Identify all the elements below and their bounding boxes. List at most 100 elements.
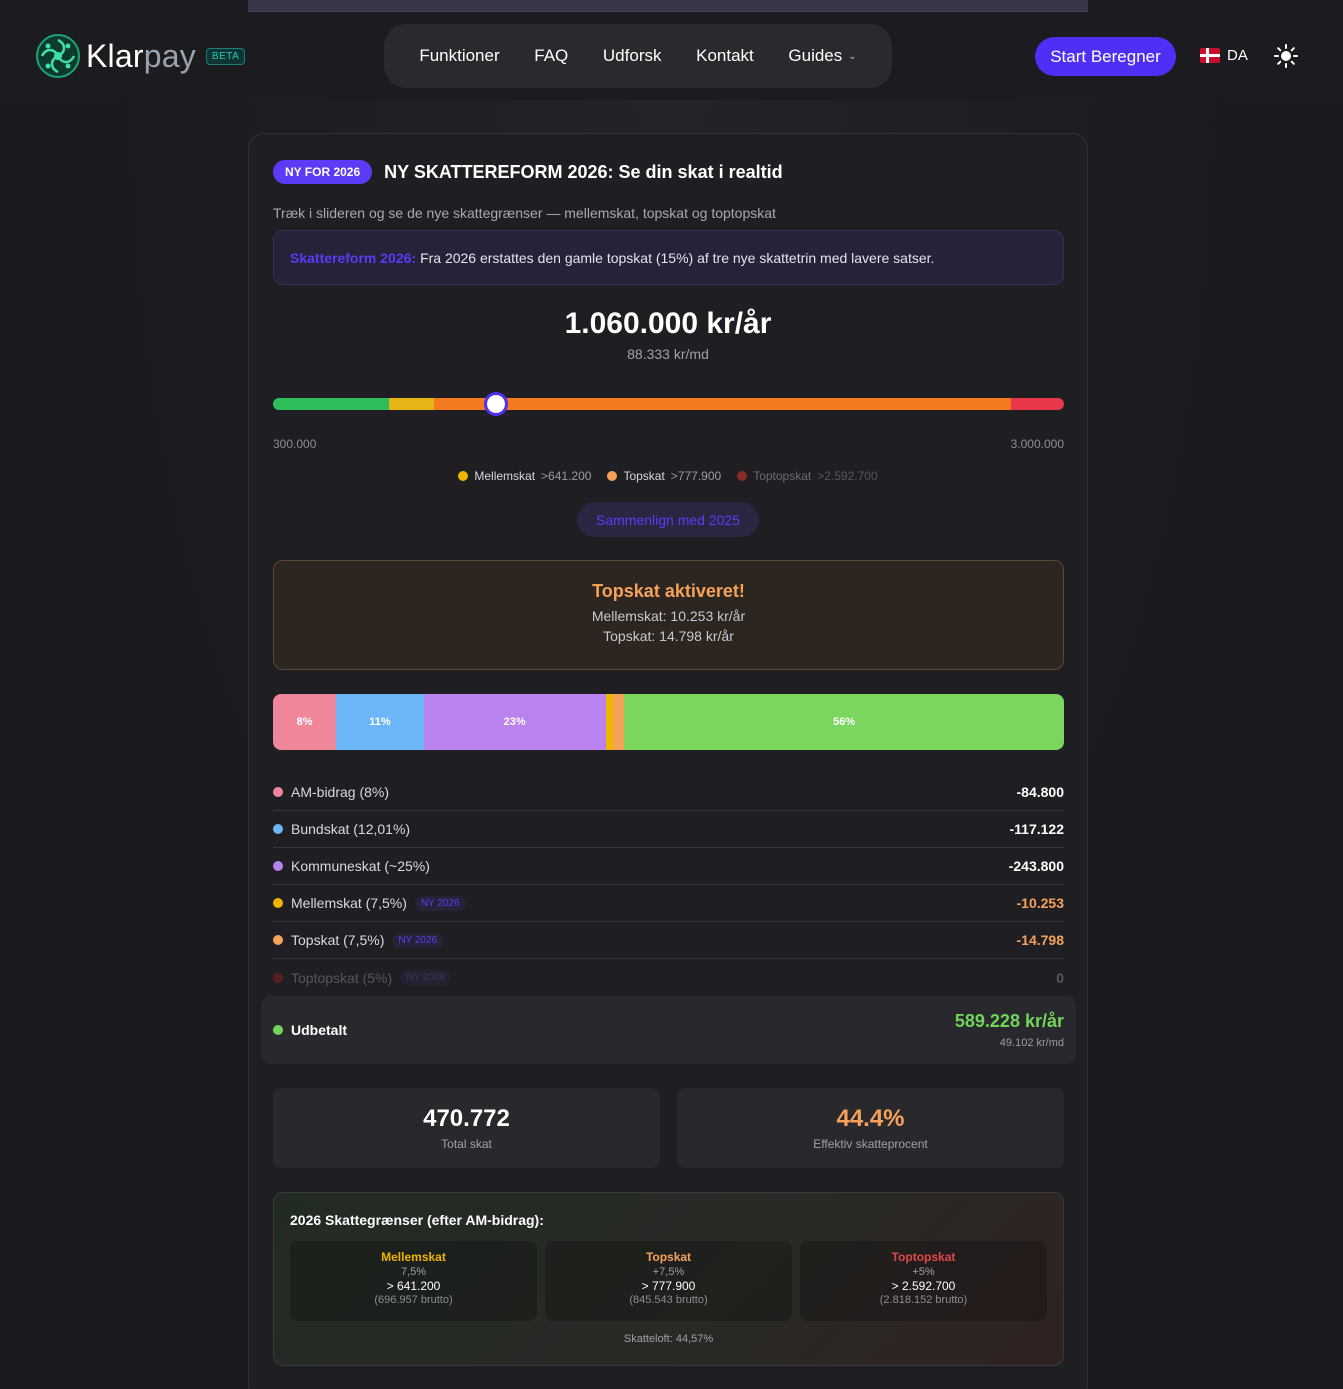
row-topskat: Topskat (7,5%) NY 2026 -14.798 [273,922,1064,959]
row-dot [273,787,283,797]
total-tax-value: 470.772 [423,1105,510,1132]
effective-rate-value: 44.4% [836,1105,905,1132]
row-value: -117.122 [1009,821,1065,837]
info-box: Skattereform 2026: Fra 2026 erstattes de… [273,230,1064,285]
limit-threshold: > 641.200 [386,1279,441,1293]
income-slider-thumb[interactable] [483,392,508,416]
limit-name: Mellemskat [381,1250,446,1264]
limit-threshold: > 777.900 [641,1279,696,1293]
income-monthly: 88.333 kr/md [627,346,709,362]
breakdown-segment: 11% [336,694,424,750]
limit-gross: (845.543 brutto) [629,1294,708,1306]
slider-zone-yellow [389,398,434,410]
limit-rate: +5% [912,1266,935,1278]
row-label: Toptopskat (5%) [291,969,393,986]
breakdown-segment: 8% [273,694,337,750]
card-subtitle: Træk i slideren og se de nye skattegræns… [273,205,776,221]
info-highlight: Skattereform 2026: [290,249,417,266]
row-dot [273,935,283,945]
row-value: -243.800 [1008,858,1064,874]
start-calculator-button[interactable]: Start Beregner [1035,37,1176,76]
legend-dot [458,471,469,481]
sun-icon[interactable] [1274,44,1298,68]
legend-dot [737,471,748,481]
row-dot [273,824,283,834]
row-mellemskat: Mellemskat (7,5%) NY 2026 -10.253 [273,885,1064,922]
limit-name: Toptopskat [891,1250,956,1264]
limit-gross: (696.957 brutto) [374,1294,453,1306]
nav-guides-label: Guides [788,46,843,65]
info-text: Fra 2026 erstattes den gamle topskat (15… [420,249,935,266]
total-tax-label: Total skat [441,1137,492,1151]
row-label: Topskat (7,5%) [291,932,385,948]
limit-name: Topskat [645,1250,692,1264]
row-value: -84.800 [1016,784,1064,800]
nav-faq[interactable]: FAQ [534,46,568,66]
tax-reform-card: NY FOR 2026 NY SKATTEREFORM 2026: Se din… [248,133,1088,1389]
payout-amount: 589.228 kr/år [954,1011,1064,1031]
limit-rate: +7,5% [652,1266,685,1278]
alert-topskat: Topskat: 14.798 kr/år [603,628,734,644]
ny-2026-tag: NY 2026 [392,932,444,948]
row-value: -10.253 [1016,895,1064,911]
alert-mellemskat: Mellemskat: 10.253 kr/år [591,608,746,624]
topskat-alert: Topskat aktiveret! Mellemskat: 10.253 kr… [273,560,1064,670]
legend-dot [607,471,618,481]
row-am-bidrag: AM-bidrag (8%) -84.800 [273,774,1064,811]
row-kommuneskat: Kommuneskat (~25%) -243.800 [273,848,1064,885]
tax-breakdown-bar: 8% 11% 23% 56% [273,694,1064,750]
payout-dot [273,1025,283,1035]
ny-2026-tag: NY 2026 [400,970,451,985]
nav-udforsk[interactable]: Udforsk [603,46,662,66]
nav-kontakt[interactable]: Kontakt [696,46,754,66]
new-badge: NY FOR 2026 [273,160,373,184]
card-header: NY FOR 2026 NY SKATTEREFORM 2026: Se din… [273,160,783,184]
logo-icon [36,34,80,78]
ny-2026-tag: NY 2026 [414,895,466,911]
row-label: AM-bidrag (8%) [291,784,390,800]
row-value: -14.798 [1016,932,1064,948]
app-name: Klarpay [86,37,196,74]
compare-2025-button[interactable]: Sammenlign med 2025 [577,502,759,537]
breakdown-segment [613,694,625,750]
limit-gross: (2.818.152 brutto) [879,1294,968,1306]
legend-topskat: Topskat >777.900 [607,469,721,483]
beta-badge: BETA [205,47,246,65]
row-value: 0 [1056,969,1064,986]
nav-funktioner[interactable]: Funktioner [419,46,499,66]
card-title: NY SKATTEREFORM 2026: Se din skat i real… [384,161,783,182]
language-label: DA [1227,47,1248,64]
slider-zone-red [1010,398,1064,410]
row-dot [273,972,283,983]
breakdown-segment: 56% [624,694,1064,750]
slider-zone-orange [433,398,1011,410]
row-label: Mellemskat (7,5%) [291,895,407,911]
income-slider-track[interactable] [273,398,1064,410]
breakdown-segment [605,694,614,750]
logo[interactable]: Klarpay BETA [36,34,246,78]
slider-zone-green [273,398,390,410]
legend-mellemskat: Mellemskat >641.200 [458,469,591,483]
row-label: Kommuneskat (~25%) [291,858,430,874]
effective-rate-label: Effektiv skatteprocent [813,1137,928,1151]
payout-row: Udbetalt 589.228 kr/år 49.102 kr/md [261,996,1076,1064]
tax-limits-panel: 2026 Skattegrænser (efter AM-bidrag): Me… [273,1192,1064,1366]
tax-ceiling-note: Skatteloft: 44,57% [623,1333,714,1345]
row-bundskat: Bundskat (12,01%) -117.122 [273,811,1064,848]
payout-label: Udbetalt [291,1022,347,1038]
breakdown-segment: 23% [423,694,606,750]
tax-breakdown-list: AM-bidrag (8%) -84.800 Bundskat (12,01%)… [273,774,1064,996]
language-selector[interactable]: DA [1200,47,1248,64]
slider-max-label: 3.000.000 [1010,437,1064,451]
row-toptopskat: Toptopskat (5%) NY 2026 0 [273,959,1064,996]
limits-title: 2026 Skattegrænser (efter AM-bidrag): [290,1212,544,1228]
main-nav: Funktioner FAQ Udforsk Kontakt Guides ⌄ [384,24,892,88]
limit-rate: 7,5% [400,1266,427,1278]
slider-min-label: 300.000 [273,437,317,451]
limit-mellemskat: Mellemskat 7,5% > 641.200 (696.957 brutt… [290,1241,537,1321]
nav-guides[interactable]: Guides ⌄ [788,46,856,66]
effective-rate-stat: 44.4% Effektiv skatteprocent [677,1088,1064,1168]
row-label: Bundskat (12,01%) [291,821,411,837]
top-strip [248,0,1088,12]
alert-title: Topskat aktiveret! [592,581,745,601]
